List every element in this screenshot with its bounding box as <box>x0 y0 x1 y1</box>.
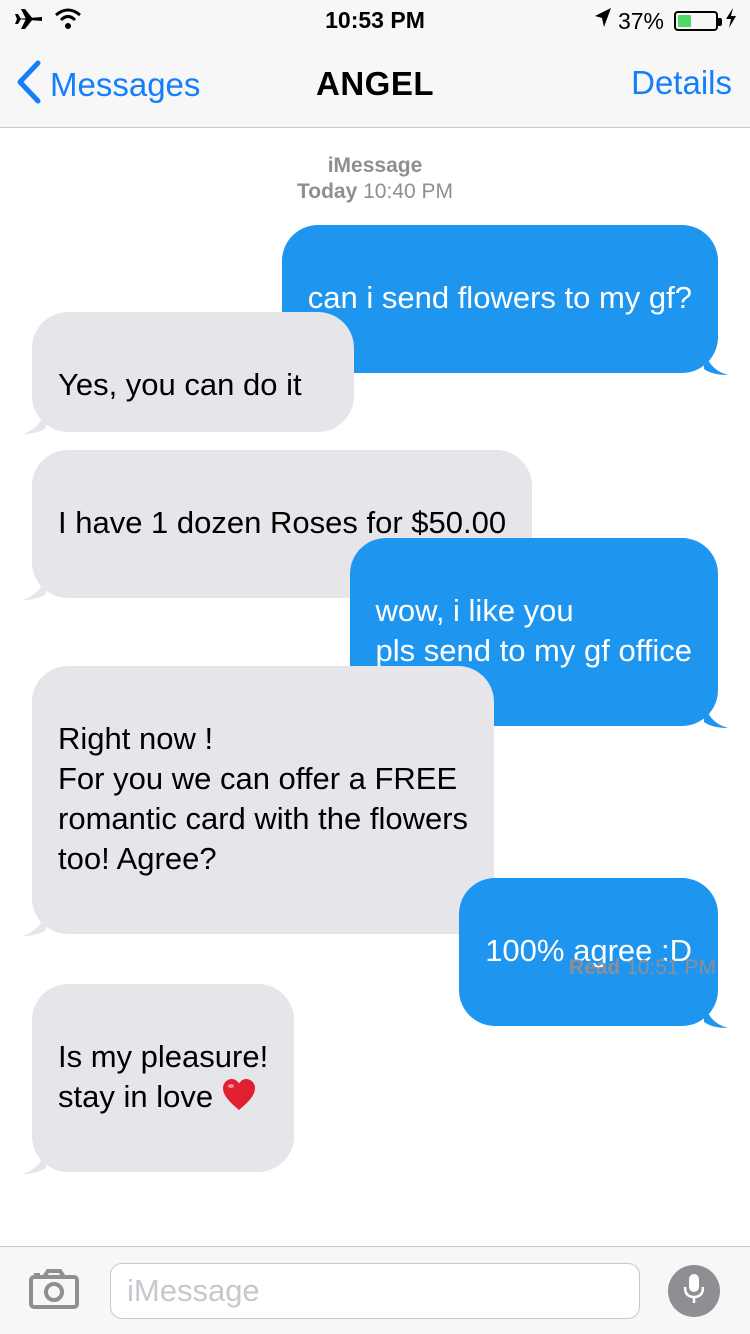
message-bubble-incoming[interactable]: Yes, you can do it <box>22 312 354 434</box>
read-label: Read <box>568 956 621 979</box>
back-label: Messages <box>50 65 201 103</box>
message-text: Yes, you can do it <box>58 367 302 402</box>
bubble-tail <box>22 1144 46 1174</box>
battery-icon <box>674 11 722 31</box>
bubble-tail <box>704 698 728 728</box>
message-text: I have 1 dozen Roses for $50.00 <box>58 505 507 540</box>
microphone-button[interactable] <box>668 1265 720 1317</box>
battery-percent: 37% <box>617 7 664 34</box>
red-heart-icon <box>221 1077 257 1113</box>
microphone-icon <box>682 1272 706 1311</box>
conversation-timestamp: Today 10:40 PM <box>0 180 750 204</box>
message-text: Right now ! For you we can offer a FREE … <box>58 721 469 876</box>
status-right: 37% <box>594 7 738 35</box>
battery-fill <box>678 15 691 27</box>
timestamp-day: Today <box>296 180 358 203</box>
service-label: iMessage <box>327 154 423 177</box>
read-time: 10:51 PM <box>626 956 716 979</box>
message-bubble-incoming[interactable]: Is my pleasure! stay in love <box>22 984 295 1174</box>
navigation-bar: Messages ANGEL Details <box>0 40 750 128</box>
bubble-tail <box>22 404 46 434</box>
messages-screen: 10:53 PM 37% Messages ANGEL Details iMes… <box>0 0 750 1334</box>
status-bar: 10:53 PM 37% <box>0 0 750 40</box>
message-input-bar <box>0 1246 750 1334</box>
message-text: can i send flowers to my gf? <box>307 280 692 315</box>
read-receipt: Read 10:51 PM <box>569 956 716 980</box>
bubble-tail <box>22 906 46 936</box>
bubble-tail <box>704 345 728 375</box>
charging-icon <box>724 7 738 35</box>
battery-cap <box>718 18 722 26</box>
message-input[interactable] <box>111 1264 639 1318</box>
chevron-left-icon <box>16 60 42 109</box>
bubble-tail <box>22 570 46 600</box>
conversation: iMessage Today 10:40 PM can i send flowe… <box>0 128 750 1246</box>
camera-button[interactable] <box>28 1269 80 1314</box>
back-button[interactable]: Messages <box>16 60 200 109</box>
bubble-tail <box>704 998 728 1028</box>
message-field[interactable] <box>110 1263 640 1319</box>
details-button[interactable]: Details <box>631 64 732 102</box>
message-bubble-incoming[interactable]: Right now ! For you we can offer a FREE … <box>22 666 495 936</box>
message-bubble-outgoing[interactable]: 100% agree :D <box>459 878 728 1028</box>
timestamp-time: 10:40 PM <box>363 180 454 203</box>
location-icon <box>594 7 612 35</box>
camera-icon <box>28 1269 80 1313</box>
message-text: wow, i like you pls send to my gf office <box>375 593 692 668</box>
